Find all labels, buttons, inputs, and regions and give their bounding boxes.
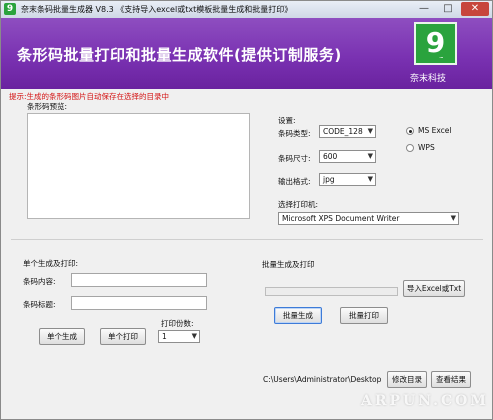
wps-radio[interactable] (406, 144, 414, 152)
batch-heading: 批量生成及打印 (262, 260, 315, 269)
chevron-down-icon: ▼ (191, 332, 197, 340)
barcode-type-select[interactable]: CODE_128 ▼ (319, 125, 376, 138)
view-result-button[interactable]: 查看结果 (431, 371, 471, 388)
chevron-down-icon: ▼ (450, 214, 456, 222)
barcode-content-input[interactable] (71, 273, 207, 287)
settings-heading: 设置: (278, 116, 296, 125)
ms-excel-radio[interactable] (406, 127, 414, 135)
header-banner: 条形码批量打印和批量生成软件(提供订制服务) 9 ... 奈末科技 (1, 18, 492, 89)
barcode-size-value: 600 (323, 152, 338, 161)
brand-logo: 9 ... (414, 22, 457, 65)
batch-print-button[interactable]: 批量打印 (340, 307, 388, 324)
app-icon: 9 (4, 3, 16, 15)
barcode-type-label: 条码类型: (278, 129, 311, 138)
output-format-label: 输出格式: (278, 177, 311, 186)
change-directory-button[interactable]: 修改目录 (387, 371, 427, 388)
print-copies-label: 打印份数: (161, 319, 194, 328)
title-bar[interactable]: 9 奈末条码批量生成器 V8.3 《支持导入excel或txt模板批量生成和批量… (1, 1, 492, 19)
wps-label: WPS (418, 143, 435, 152)
output-format-select[interactable]: jpg ▼ (319, 173, 376, 186)
brand-name: 奈末科技 (410, 74, 447, 84)
ms-excel-label: MS Excel (418, 126, 452, 135)
print-copies-value: 1 (162, 332, 167, 341)
app-window: 9 奈末条码批量生成器 V8.3 《支持导入excel或txt模板批量生成和批量… (0, 0, 493, 420)
chevron-down-icon: ▼ (367, 127, 373, 135)
site-watermark: ARPUN.COM (361, 393, 489, 409)
output-format-value: jpg (323, 175, 335, 184)
window-title: 奈末条码批量生成器 V8.3 《支持导入excel或txt模板批量生成和批量打印… (21, 5, 293, 14)
chevron-down-icon: ▼ (367, 175, 373, 183)
batch-generate-button[interactable]: 批量生成 (274, 307, 322, 324)
print-copies-select[interactable]: 1 ▼ (158, 330, 200, 343)
barcode-size-label: 条码尺寸: (278, 154, 311, 163)
chevron-down-icon: ▼ (367, 152, 373, 160)
barcode-content-label: 条码内容: (23, 277, 56, 286)
minimize-icon[interactable]: — (413, 2, 435, 16)
logo-nine-icon: 9 (425, 26, 446, 59)
barcode-preview (27, 113, 250, 219)
close-icon[interactable]: ✕ (461, 2, 489, 16)
barcode-title-label: 条码标题: (23, 300, 56, 309)
printer-label: 选择打印机: (278, 200, 319, 209)
batch-progress-bar (265, 287, 398, 296)
section-divider (11, 239, 483, 240)
single-generate-button[interactable]: 单个生成 (39, 328, 85, 345)
output-path: C:\Users\Administrator\Desktop (263, 375, 382, 384)
preview-label: 条形码预览: (27, 102, 68, 111)
import-excel-txt-button[interactable]: 导入Excel或Txt (403, 280, 465, 297)
barcode-type-value: CODE_128 (323, 127, 363, 136)
printer-value: Microsoft XPS Document Writer (282, 214, 400, 223)
single-print-button[interactable]: 单个打印 (100, 328, 146, 345)
barcode-size-select[interactable]: 600 ▼ (319, 150, 376, 163)
maximize-icon[interactable]: □ (437, 2, 459, 16)
barcode-title-input[interactable] (71, 296, 207, 310)
printer-select[interactable]: Microsoft XPS Document Writer ▼ (278, 212, 459, 225)
banner-title: 条形码批量打印和批量生成软件(提供订制服务) (17, 46, 342, 64)
logo-dots: ... (439, 52, 444, 60)
single-heading: 单个生成及打印: (23, 259, 79, 268)
